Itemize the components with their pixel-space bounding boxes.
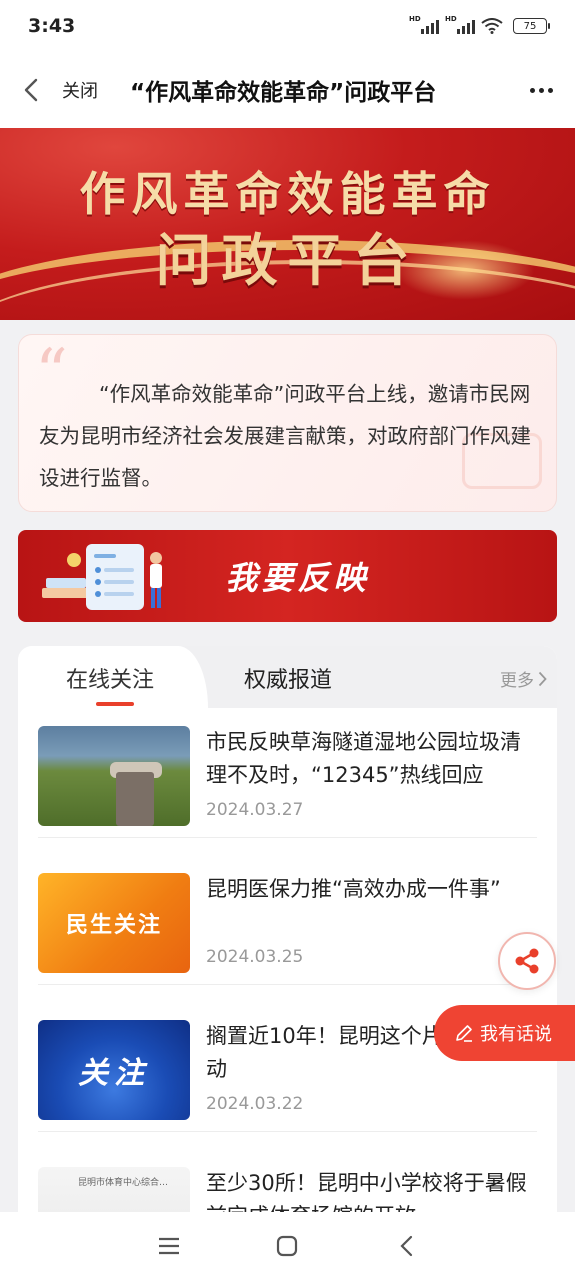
news-date: 2024.03.27 <box>206 800 304 820</box>
status-bar: 3:43 HD HD 75 <box>0 0 575 52</box>
wifi-icon <box>481 18 503 34</box>
nav-bar: 关闭 “作风革命效能革命”问政平台 <box>0 52 575 128</box>
system-back-button[interactable] <box>386 1226 426 1266</box>
thumbnail-text: 昆明市体育中心综合… <box>78 1178 169 1188</box>
comment-button[interactable]: 我有话说 <box>434 1005 575 1061</box>
more-link[interactable]: 更多 <box>500 666 547 691</box>
back-chevron-icon <box>24 78 38 102</box>
tab-bar: 在线关注 权威报道 更多 <box>18 646 557 708</box>
back-icon <box>400 1235 412 1257</box>
thumbnail-text: 民生关注 <box>65 913 162 938</box>
chevron-right-icon <box>538 671 547 686</box>
more-button[interactable] <box>526 78 557 103</box>
back-button[interactable] <box>18 70 44 110</box>
news-title: 市民反映草海隧道湿地公园垃圾清理不及时，“12345”热线回应 <box>206 730 521 787</box>
news-thumbnail <box>38 726 190 826</box>
active-tab-indicator <box>96 702 134 706</box>
pencil-icon <box>456 1025 472 1042</box>
close-button[interactable]: 关闭 <box>62 77 98 103</box>
home-button[interactable] <box>267 1226 307 1266</box>
intro-card: “ “作风革命效能革命”问政平台上线，邀请市民网友为昆明市经济社会发展建言献策，… <box>18 334 557 512</box>
report-illustration-icon <box>42 544 162 610</box>
tab-authoritative-reports[interactable]: 权威报道 <box>244 662 332 694</box>
hero-banner: 作风革命效能革命 问政平台 <box>0 128 575 320</box>
recent-apps-button[interactable] <box>149 1226 189 1266</box>
signal-icon: HD <box>409 15 439 34</box>
menu-icon <box>159 1237 180 1255</box>
news-item[interactable]: 市民反映草海隧道湿地公园垃圾清理不及时，“12345”热线回应 2024.03.… <box>38 708 537 838</box>
report-button[interactable]: 我要反映 <box>18 530 557 622</box>
more-dots-icon <box>530 87 535 93</box>
news-date: 2024.03.22 <box>206 1094 304 1114</box>
share-button[interactable] <box>498 932 556 990</box>
report-button-label: 我要反映 <box>225 559 370 597</box>
battery-icon: 75 <box>513 18 550 34</box>
news-thumbnail: 民生关注 <box>38 873 190 973</box>
status-icons: HD HD 75 <box>409 15 550 34</box>
news-item[interactable]: 民生关注 昆明医保力推“高效办成一件事” 2024.03.25 <box>38 855 537 985</box>
status-time: 3:43 <box>28 15 76 37</box>
comment-button-label: 我有话说 <box>480 1024 552 1045</box>
news-thumbnail: 关注 <box>38 1020 190 1120</box>
thumbnail-text: 关注 <box>78 1056 150 1091</box>
intro-text: “作风革命效能革命”问政平台上线，邀请市民网友为昆明市经济社会发展建言献策，对政… <box>39 382 531 490</box>
banner-title-line1: 作风革命效能革命 <box>79 167 496 221</box>
share-icon <box>515 948 539 974</box>
signal-icon-2: HD <box>445 15 475 34</box>
tab-online-focus-label[interactable]: 在线关注 <box>66 662 154 694</box>
banner-title-line2: 问政平台 <box>155 228 420 294</box>
news-title: 昆明医保力推“高效办成一件事” <box>206 877 501 901</box>
news-date: 2024.03.25 <box>206 947 304 967</box>
more-link-label: 更多 <box>500 671 534 691</box>
page-title: “作风革命效能革命”问政平台 <box>130 80 437 106</box>
home-icon <box>277 1235 298 1257</box>
news-panel: 在线关注 权威报道 更多 市民反映草海隧道湿地公园垃圾清理不及时，“12345”… <box>18 646 557 1226</box>
system-nav-bar <box>0 1212 575 1280</box>
